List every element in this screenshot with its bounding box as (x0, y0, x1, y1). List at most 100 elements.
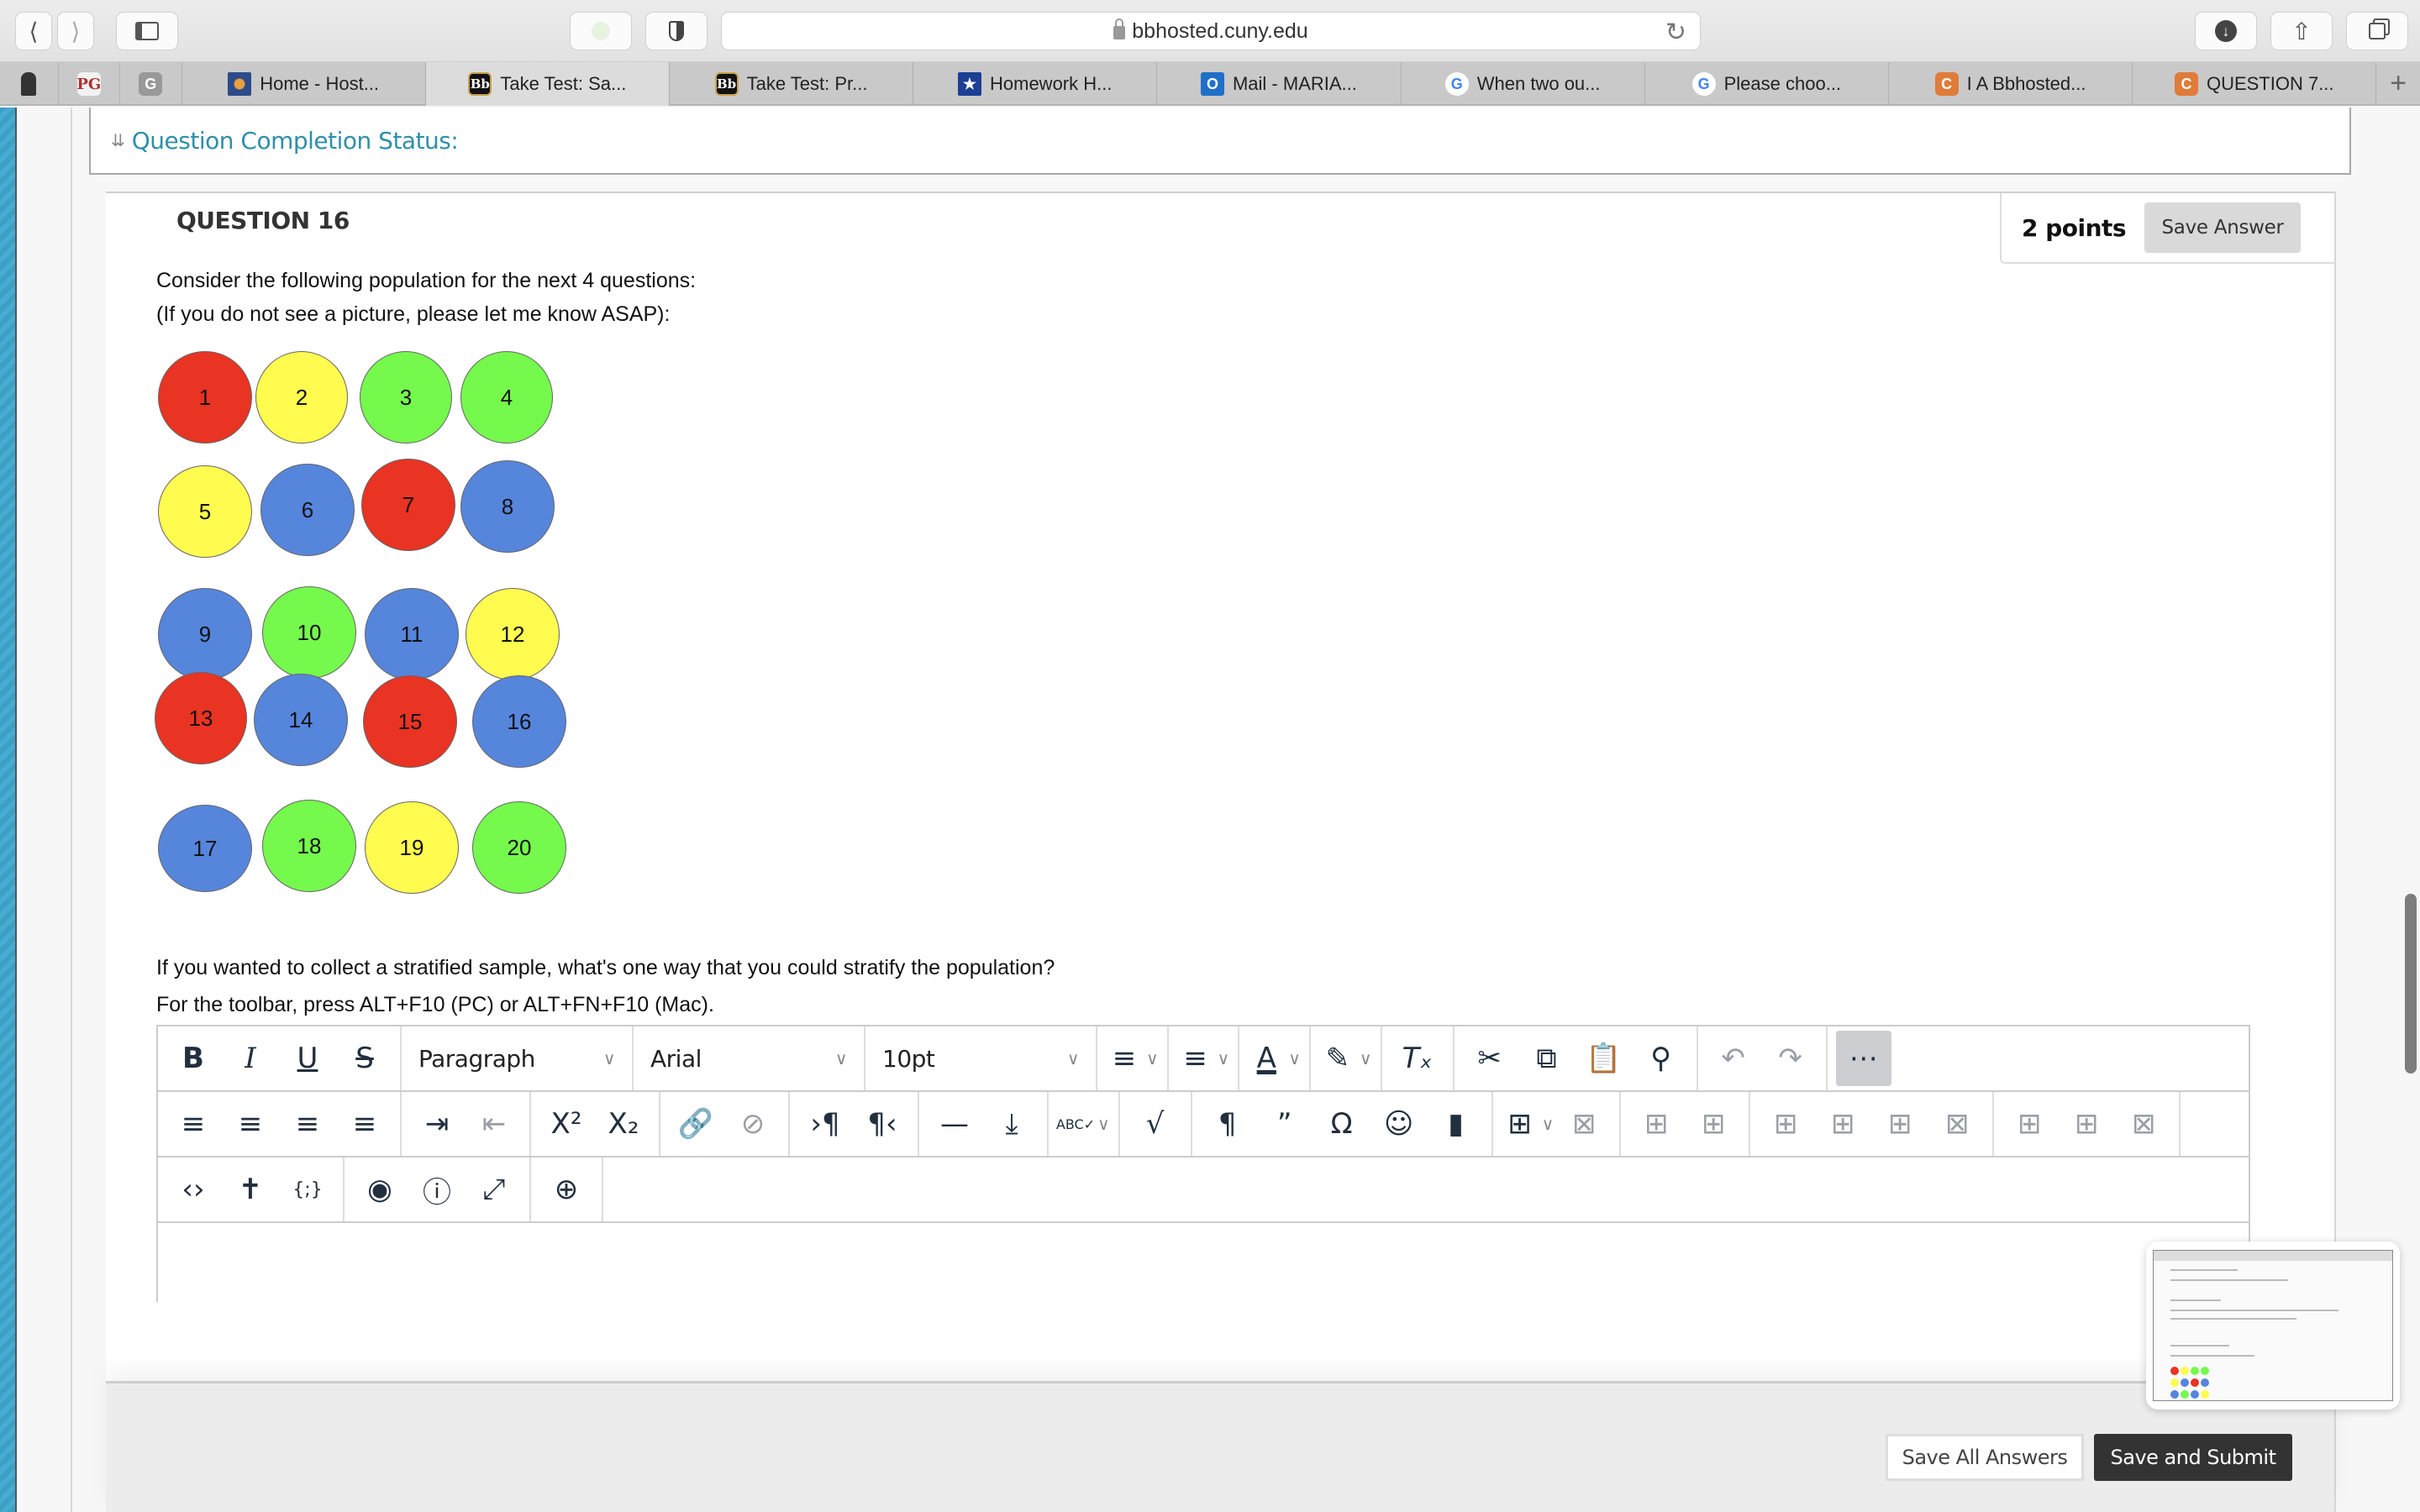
cell-props-button[interactable]: ⊞ (1686, 1097, 1740, 1151)
spellcheck-button[interactable]: ABC✓ ∨ (1056, 1097, 1110, 1151)
outdent-button[interactable]: ⇤ (467, 1097, 521, 1151)
bullet-list-button[interactable]: ≡ ∨ (1106, 1032, 1159, 1085)
math-button[interactable]: √ (1128, 1097, 1182, 1151)
population-item-6: 6 (260, 464, 355, 556)
delete-row-button[interactable]: ⊠ (1930, 1097, 1984, 1151)
tab-chegg-question-7[interactable]: C QUESTION 7... (2133, 62, 2377, 106)
help-button[interactable]: ⓘ (410, 1163, 464, 1216)
bold-button[interactable]: B (166, 1032, 220, 1085)
table-button[interactable]: ⊞ ∨ (1502, 1097, 1555, 1151)
extension-button[interactable] (570, 12, 632, 50)
source-code-button[interactable]: ‹› (166, 1163, 220, 1216)
tab-mail[interactable]: O Mail - MARIA... (1157, 62, 1402, 106)
fullscreen-button[interactable]: ⤢ (467, 1163, 521, 1216)
justify-button[interactable]: ≡ (338, 1097, 392, 1151)
italic-button[interactable]: I (224, 1032, 277, 1085)
new-tab-button[interactable]: + (2376, 62, 2420, 104)
insert-row-after-button[interactable]: ⊞ (1873, 1097, 1927, 1151)
preview-button[interactable]: ◉ (353, 1163, 407, 1216)
font-family-select[interactable]: Arial ∨ (634, 1026, 865, 1090)
remove-link-button[interactable]: ⊘ (726, 1097, 780, 1151)
question-completion-status[interactable]: ⇊ Question Completion Status: (89, 108, 2351, 175)
share-button[interactable]: ⇧ (2270, 12, 2333, 50)
chevron-down-icon[interactable]: ∨ (1146, 1048, 1159, 1069)
insert-content-button[interactable]: ⤓ (985, 1097, 1039, 1151)
chevron-down-icon[interactable]: ∨ (1097, 1114, 1110, 1135)
reload-icon[interactable]: ↻ (1665, 18, 1686, 47)
answer-text-area[interactable] (158, 1225, 2249, 1304)
tab-google-when-two[interactable]: G When two ou... (1402, 62, 1645, 106)
numbered-list-button[interactable]: ≡ ∨ (1177, 1032, 1230, 1085)
block-format-select[interactable]: Paragraph ∨ (402, 1026, 634, 1090)
chevron-down-icon[interactable]: ∨ (1288, 1048, 1301, 1069)
tab-home-hostos[interactable]: Home - Host... (182, 62, 426, 106)
find-button[interactable]: ⚲ (1634, 1032, 1688, 1085)
submit-footer: Save All Answers Save and Submit (106, 1381, 2334, 1512)
special-char-button[interactable]: Ω (1315, 1097, 1369, 1151)
superscript-button[interactable]: X² (539, 1097, 593, 1151)
show-blocks-button[interactable]: ¶ (1201, 1097, 1255, 1151)
anchor-button[interactable]: ▮ (1429, 1097, 1483, 1151)
horizontal-line-button[interactable]: — (928, 1097, 981, 1151)
tab-label: Homework H... (990, 73, 1113, 94)
text-color-button[interactable]: A ∨ (1248, 1032, 1301, 1085)
redo-button[interactable]: ↷ (1764, 1032, 1818, 1085)
pinned-tab-2[interactable]: PG (59, 62, 121, 106)
paste-button[interactable]: 📋 (1577, 1032, 1631, 1085)
population-item-13: 13 (155, 672, 247, 764)
forward-button[interactable]: ⟩ (57, 12, 94, 50)
page-scrollbar[interactable] (2405, 894, 2417, 1074)
mashup-button[interactable]: {;} (281, 1163, 334, 1216)
course-menu-strip[interactable] (0, 108, 17, 1512)
accessibility-button[interactable]: ✝ (224, 1163, 277, 1216)
tab-take-test-pr[interactable]: Bb Take Test: Pr... (670, 62, 914, 106)
thumbnail-dot (2170, 1378, 2179, 1387)
undo-button[interactable]: ↶ (1707, 1032, 1760, 1085)
back-button[interactable]: ⟨ (15, 12, 52, 50)
address-bar[interactable]: bbhosted.cuny.edu ↻ (721, 12, 1701, 50)
cut-button[interactable]: ✂ (1463, 1032, 1517, 1085)
save-all-answers-button[interactable]: Save All Answers (1886, 1434, 2084, 1481)
insert-col-before-button[interactable]: ⊞ (2002, 1097, 2056, 1151)
save-and-submit-button[interactable]: Save and Submit (2094, 1434, 2292, 1481)
screenshot-thumbnail[interactable] (2146, 1242, 2400, 1410)
align-left-button[interactable]: ≡ (166, 1097, 220, 1151)
add-content-button[interactable]: ⊕ (539, 1163, 593, 1216)
underline-button[interactable]: U (281, 1032, 334, 1085)
sidebar-toggle-button[interactable] (116, 12, 178, 50)
pinned-tab-3[interactable]: G (120, 62, 182, 106)
privacy-report-button[interactable] (645, 12, 708, 50)
strikethrough-button[interactable]: S (338, 1032, 392, 1085)
insert-col-after-button[interactable]: ⊞ (2060, 1097, 2113, 1151)
blockquote-button[interactable]: ” (1258, 1097, 1312, 1151)
insert-row-before-button[interactable]: ⊞ (1816, 1097, 1870, 1151)
tab-homework-help[interactable]: ★ Homework H... (913, 62, 1158, 106)
insert-link-button[interactable]: 🔗 (669, 1097, 723, 1151)
font-size-select[interactable]: 10pt ∨ (865, 1026, 1097, 1090)
save-answer-button[interactable]: Save Answer (2144, 202, 2302, 253)
chevron-down-icon[interactable]: ∨ (1360, 1048, 1372, 1069)
downloads-button[interactable]: ↓ (2195, 12, 2257, 50)
emoticon-button[interactable]: ☺ (1372, 1097, 1426, 1151)
delete-table-button[interactable]: ⊠ (1557, 1097, 1611, 1151)
tab-overview-button[interactable] (2346, 12, 2408, 50)
tab-chegg-bbhosted[interactable]: C I A Bbhosted... (1889, 62, 2133, 106)
chevron-down-icon[interactable]: ∨ (1218, 1048, 1230, 1069)
copy-button[interactable]: ⧉ (1520, 1032, 1574, 1085)
rtl-button[interactable]: ¶‹ (855, 1097, 909, 1151)
indent-button[interactable]: ⇥ (410, 1097, 464, 1151)
more-options-button[interactable]: ⋯ (1835, 1031, 1891, 1086)
delete-col-button[interactable]: ⊠ (2117, 1097, 2170, 1151)
pinned-tab-1[interactable] (0, 62, 59, 106)
align-right-button[interactable]: ≡ (281, 1097, 334, 1151)
align-center-button[interactable]: ≡ (224, 1097, 277, 1151)
subscript-button[interactable]: X₂ (597, 1097, 650, 1151)
clear-formatting-button[interactable]: Tₓ (1391, 1032, 1444, 1085)
row-props-button[interactable]: ⊞ (1629, 1097, 1683, 1151)
tab-take-test-sa[interactable]: Bb Take Test: Sa... (425, 62, 670, 106)
highlight-button[interactable]: ✎ ∨ (1319, 1032, 1372, 1085)
merge-cells-button[interactable]: ⊞ (1759, 1097, 1812, 1151)
ltr-button[interactable]: ›¶ (798, 1097, 852, 1151)
chevron-down-icon[interactable]: ∨ (1542, 1114, 1555, 1135)
tab-google-please-choose[interactable]: G Please choo... (1645, 62, 1889, 106)
